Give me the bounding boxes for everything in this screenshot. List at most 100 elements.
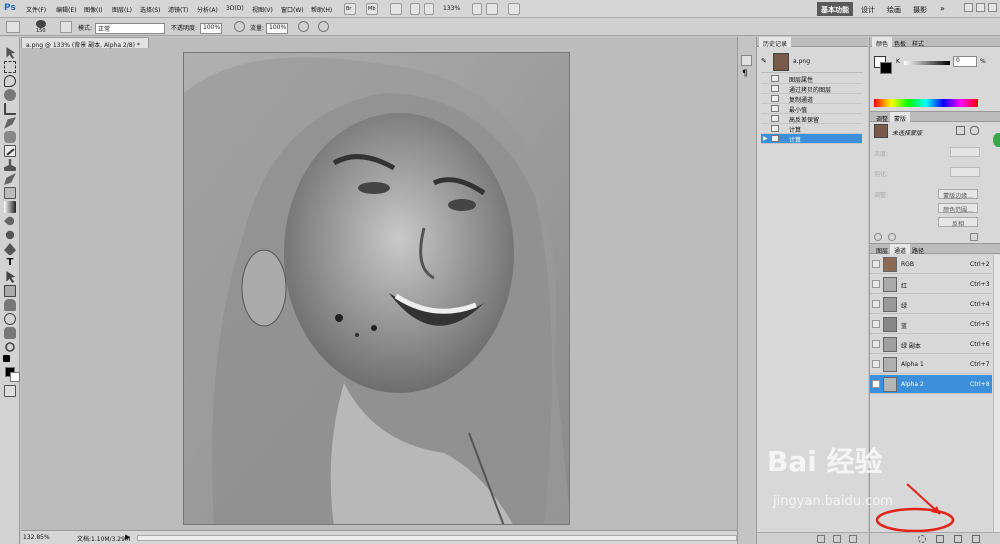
clone-stamp-tool-icon[interactable] <box>4 159 16 171</box>
opacity-input[interactable]: 100% <box>200 23 222 34</box>
tab-styles[interactable]: 样式 <box>908 37 928 48</box>
zoom-tool-icon[interactable] <box>424 3 434 15</box>
tab-channels[interactable]: 通道 <box>890 244 911 255</box>
menu-help[interactable]: 帮助(H) <box>311 5 332 14</box>
quick-mask-icon[interactable] <box>4 385 16 397</box>
invert-button[interactable]: 反相 <box>938 217 978 228</box>
channel-row-alpha-2[interactable]: Alpha 2 Ctrl+8 <box>870 375 992 394</box>
color-spectrum-bar[interactable] <box>874 99 978 107</box>
color-value-input[interactable]: 0 <box>953 56 977 67</box>
channel-row-green[interactable]: 绿 Ctrl+4 <box>870 295 992 314</box>
delete-mask-icon[interactable] <box>970 233 978 241</box>
3d-rotate-tool-icon[interactable] <box>4 299 16 311</box>
new-channel-icon[interactable] <box>954 535 962 543</box>
side-tab-icon[interactable] <box>993 133 1000 147</box>
brush-preset-icon[interactable] <box>6 21 20 33</box>
menu-edit[interactable]: 编辑(E) <box>56 5 76 14</box>
channels-scrollbar[interactable] <box>993 255 1000 533</box>
document-image[interactable] <box>183 52 570 525</box>
workspace-photography[interactable]: 摄影 <box>909 2 931 16</box>
visibility-eye-icon[interactable] <box>872 360 880 368</box>
zoom-level[interactable]: 133% <box>443 5 460 12</box>
workspace-essentials[interactable]: 基本功能 <box>817 2 853 16</box>
visibility-eye-icon[interactable] <box>872 300 880 308</box>
shape-tool-icon[interactable] <box>4 285 16 297</box>
menu-analysis[interactable]: 分析(A) <box>197 5 218 14</box>
menu-filter[interactable]: 滤镜(T) <box>168 5 188 14</box>
tab-paths[interactable]: 路径 <box>908 244 928 255</box>
visibility-eye-icon[interactable] <box>872 320 880 328</box>
visibility-eye-icon[interactable] <box>872 340 880 348</box>
close-icon[interactable] <box>988 3 997 12</box>
mask-edge-button[interactable]: 蒙版边缘... <box>938 189 978 200</box>
feather-input[interactable] <box>950 167 980 177</box>
history-item[interactable]: 计算 <box>761 124 862 134</box>
eraser-tool-icon[interactable] <box>4 187 16 199</box>
hand-tool-icon[interactable] <box>410 3 420 15</box>
history-item[interactable]: 通过拷贝的图层 <box>761 84 862 94</box>
lasso-tool-icon[interactable] <box>4 75 16 87</box>
quick-selection-tool-icon[interactable] <box>4 89 16 101</box>
history-item[interactable]: 高反差保留 <box>761 114 862 124</box>
history-item-selected[interactable]: ▶ 计算 <box>761 134 862 144</box>
3d-orbit-tool-icon[interactable] <box>4 313 16 325</box>
screen-mode-icon[interactable] <box>508 3 520 15</box>
channel-row-blue[interactable]: 蓝 Ctrl+5 <box>870 315 992 334</box>
menu-image[interactable]: 图像(I) <box>84 5 102 14</box>
workspace-more-icon[interactable]: » <box>940 4 945 13</box>
brush-tool-icon[interactable] <box>4 145 16 157</box>
br-button[interactable]: Br <box>344 3 356 15</box>
mb-button[interactable]: Mb <box>366 3 378 15</box>
visibility-eye-icon[interactable] <box>872 280 880 288</box>
status-menu-arrow-icon[interactable]: ▶ <box>125 533 130 541</box>
dodge-tool-icon[interactable] <box>5 230 15 240</box>
blur-tool-icon[interactable] <box>4 215 16 227</box>
brush-tip-icon[interactable] <box>36 20 46 28</box>
paragraph-panel-icon[interactable]: ¶ <box>742 69 748 79</box>
load-channel-selection-icon[interactable] <box>918 535 926 543</box>
history-panel-icon[interactable] <box>741 55 752 66</box>
load-selection-icon[interactable] <box>874 233 882 241</box>
status-zoom[interactable]: 132.85% <box>23 534 50 541</box>
new-document-from-state-icon[interactable] <box>817 535 825 543</box>
tab-swatches[interactable]: 色板 <box>890 37 910 48</box>
crop-tool-icon[interactable] <box>4 103 16 115</box>
channel-row-red[interactable]: 红 Ctrl+3 <box>870 275 992 294</box>
flow-input[interactable]: 100% <box>266 23 288 34</box>
move-tool-icon[interactable] <box>6 47 16 59</box>
rotate-view-icon[interactable] <box>472 3 482 15</box>
new-snapshot-icon[interactable] <box>833 535 841 543</box>
document-tab[interactable]: a.png @ 133% (背景 副本, Alpha 2/8) * <box>21 37 149 49</box>
tab-history[interactable]: 历史记录 <box>759 37 792 48</box>
color-range-button[interactable]: 颜色范围... <box>938 203 978 214</box>
tab-color[interactable]: 颜色 <box>872 37 893 48</box>
history-brush-tool-icon[interactable] <box>4 173 16 185</box>
color-slider[interactable] <box>904 61 950 65</box>
tab-adjustments[interactable]: 调整 <box>872 112 892 123</box>
density-input[interactable] <box>950 147 980 157</box>
brush-panel-icon[interactable] <box>60 21 72 33</box>
history-snapshot[interactable]: ✎ a.png <box>761 51 863 73</box>
type-tool-icon[interactable]: T <box>4 257 16 269</box>
channel-row-green-copy[interactable]: 绿 副本 Ctrl+6 <box>870 335 992 354</box>
background-color-swatch[interactable] <box>10 372 20 382</box>
delete-state-icon[interactable] <box>849 535 857 543</box>
menu-window[interactable]: 窗口(W) <box>281 5 304 14</box>
pressure-size-icon[interactable] <box>318 21 329 32</box>
vector-mask-icon[interactable] <box>970 126 979 135</box>
channel-row-alpha-1[interactable]: Alpha 1 Ctrl+7 <box>870 355 992 374</box>
airbrush-icon[interactable] <box>298 21 309 32</box>
eyedropper-tool-icon[interactable] <box>4 117 16 129</box>
menu-view[interactable]: 视图(V) <box>252 5 273 14</box>
zoom-tool-icon[interactable] <box>5 342 15 352</box>
visibility-eye-icon[interactable] <box>872 260 880 268</box>
menu-select[interactable]: 选择(S) <box>140 5 161 14</box>
healing-brush-tool-icon[interactable] <box>4 131 16 143</box>
menu-3d[interactable]: 3D(D) <box>226 5 244 12</box>
gradient-tool-icon[interactable] <box>4 201 16 213</box>
visibility-eye-icon[interactable] <box>872 380 880 388</box>
delete-channel-icon[interactable] <box>972 535 980 543</box>
workspace-painting[interactable]: 绘画 <box>883 2 905 16</box>
mode-select[interactable]: 正常 <box>95 23 165 34</box>
horizontal-scrollbar[interactable] <box>137 535 737 541</box>
